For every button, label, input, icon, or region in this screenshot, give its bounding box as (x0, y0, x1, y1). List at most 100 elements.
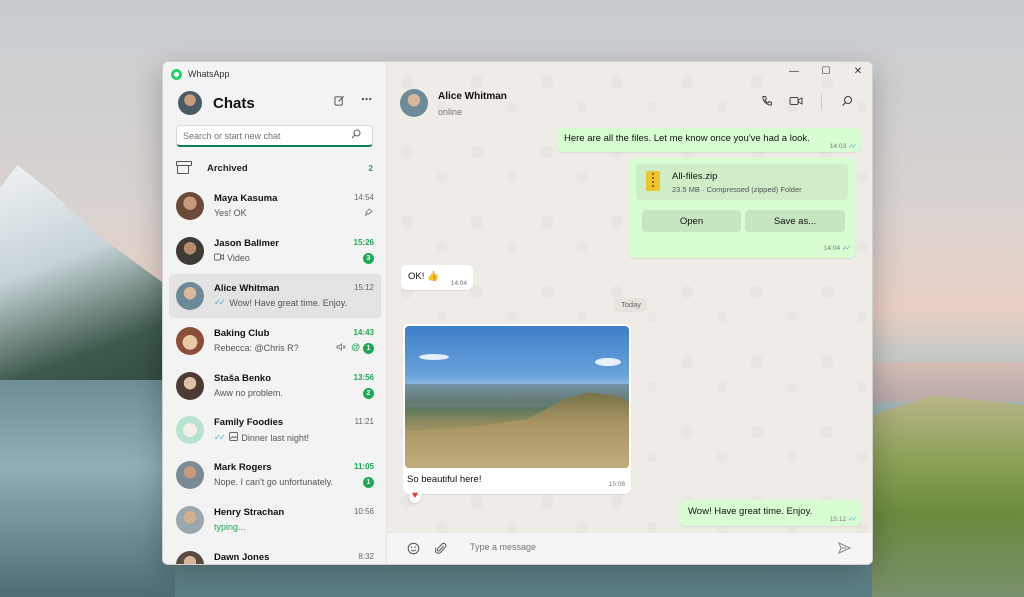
chat-item-dawn-jones[interactable]: Dawn Jones 8:32 (169, 542, 381, 564)
message-input[interactable] (470, 542, 810, 552)
archived-row[interactable]: Archived 2 (176, 159, 373, 177)
contact-status: online (438, 107, 463, 117)
file-card[interactable]: All-files.zip 23.5 MB · Compressed (zipp… (636, 164, 848, 200)
message-incoming[interactable]: OK! 👍 14:04 (401, 265, 473, 290)
wallpaper-hill (872, 395, 1024, 597)
avatar (176, 192, 204, 221)
wallpaper-lake (0, 380, 175, 597)
compose-icon[interactable] (334, 95, 345, 109)
unread-badge: 3 (363, 253, 374, 265)
wallpaper-lake-right (872, 362, 1024, 402)
message-time: 14:04 ✓✓ (823, 245, 851, 252)
chat-time: 14:54 (353, 193, 374, 203)
chat-time: 14:43 (353, 327, 374, 337)
video-call-icon[interactable] (789, 95, 803, 110)
chat-preview: ✓✓ Dinner last night! (214, 432, 309, 443)
chat-time: 15:26 (353, 238, 374, 248)
chat-preview: ✓✓ Wow! Have great time. Enjoy. (214, 297, 348, 308)
chat-name: Alice Whitman (214, 282, 280, 294)
sidebar-header: Chats ⋯ (178, 90, 378, 116)
contact-name[interactable]: Alice Whitman (438, 91, 507, 102)
emoji-icon[interactable] (407, 542, 420, 558)
message-time: 15:12 ✓✓ (829, 516, 857, 523)
chat-preview: Video (214, 253, 250, 263)
chat-item-stasa-benko[interactable]: Staša Benko 13:56 Aww no problem. 2 (169, 363, 381, 408)
search-input[interactable] (183, 130, 351, 141)
chat-name: Mark Rogers (214, 462, 272, 474)
unread-badge: 1 (363, 342, 374, 354)
chat-item-family-foodies[interactable]: Family Foodies 11:21 ✓✓ Dinner last nigh… (169, 408, 381, 453)
avatar (176, 237, 204, 266)
message-time: 14:04 (450, 280, 467, 287)
minimize-button[interactable]: — (787, 66, 801, 77)
chat-time: 10:56 (353, 506, 374, 516)
photo-image[interactable] (405, 326, 629, 468)
message-time: 14:03 ✓✓ (829, 143, 857, 150)
avatar (176, 416, 204, 445)
chat-name: Dawn Jones (214, 551, 270, 563)
chat-preview: Aww no problem. (214, 387, 283, 398)
file-message[interactable]: All-files.zip 23.5 MB · Compressed (zipp… (629, 158, 855, 258)
chat-name: Staša Benko (214, 372, 272, 384)
chat-name: Henry Strachan (214, 506, 285, 518)
open-file-button[interactable]: Open (642, 210, 741, 232)
zip-file-icon (646, 171, 660, 191)
chat-item-alice-whitman[interactable]: Alice Whitman 15:12 ✓✓ Wow! Have great t… (169, 273, 381, 319)
avatar (176, 461, 204, 490)
message-text: OK! 👍 (408, 271, 439, 282)
heart-reaction-icon[interactable]: ♥ (409, 489, 421, 503)
read-ticks-icon: ✓✓ (214, 298, 225, 308)
cloud (419, 354, 449, 360)
mention-icon: @ (351, 341, 360, 352)
search-box[interactable] (176, 125, 373, 147)
conversation-pane: — ☐ ✕ Alice Whitman online Here are all … (387, 62, 872, 564)
save-as-button[interactable]: Save as... (745, 210, 845, 232)
chats-title: Chats (213, 94, 255, 112)
file-name: All-files.zip (672, 171, 718, 182)
contact-avatar[interactable] (400, 89, 428, 117)
chat-name: Jason Ballmer (214, 238, 279, 250)
file-meta: 23.5 MB · Compressed (zipped) Folder (672, 185, 802, 194)
whatsapp-window: WhatsApp Chats ⋯ Archived 2 (162, 61, 873, 565)
chat-item-jason-ballmer[interactable]: Jason Ballmer 15:26 Video 3 (169, 229, 381, 274)
chat-list: Maya Kasuma 14:54 Yes! OK Jason Ballmer … (169, 184, 381, 564)
more-options-icon[interactable]: ⋯ (361, 93, 372, 106)
chat-item-henry-strachan[interactable]: Henry Strachan 10:56 typing... (169, 498, 381, 543)
avatar (176, 505, 204, 534)
sidebar: WhatsApp Chats ⋯ Archived 2 (163, 62, 387, 564)
message-outgoing[interactable]: Wow! Have great time. Enjoy. 15:12 ✓✓ (679, 500, 861, 526)
message-outgoing[interactable]: Here are all the files. Let me know once… (557, 128, 861, 152)
close-button[interactable]: ✕ (851, 66, 865, 77)
avatar (176, 281, 204, 310)
avatar (176, 550, 204, 564)
photo-message[interactable]: So beautiful here! 15:06 (403, 324, 631, 494)
date-separator: Today (615, 298, 648, 312)
app-title: WhatsApp (188, 69, 230, 79)
muted-icon (336, 342, 346, 353)
chat-item-maya-kasuma[interactable]: Maya Kasuma 14:54 Yes! OK (169, 184, 381, 229)
chat-item-mark-rogers[interactable]: Mark Rogers 11:05 Nope. I can't go unfor… (169, 453, 381, 498)
chat-item-baking-club[interactable]: Baking Club 14:43 Rebecca: @Chris R? @ 1 (169, 318, 381, 363)
chat-name: Baking Club (214, 327, 270, 339)
chat-time: 13:56 (353, 372, 374, 382)
chat-name: Maya Kasuma (214, 193, 278, 205)
chat-preview: Nope. I can't go unfortunately. (214, 477, 334, 488)
chat-time: 15:12 (353, 282, 374, 292)
attach-icon[interactable] (434, 542, 447, 558)
video-icon (214, 253, 224, 263)
conversation-header: Alice Whitman online (387, 82, 872, 126)
maximize-button[interactable]: ☐ (819, 66, 833, 77)
message-text: Wow! Have great time. Enjoy. (688, 506, 813, 517)
voice-call-icon[interactable] (761, 95, 773, 110)
search-icon[interactable] (351, 129, 361, 142)
title-bar: WhatsApp (171, 67, 230, 81)
whatsapp-logo-icon (171, 68, 182, 80)
search-chat-icon[interactable] (841, 95, 853, 110)
send-icon[interactable] (838, 542, 852, 557)
chat-preview: Rebecca: @Chris R? (214, 342, 299, 353)
my-avatar[interactable] (178, 91, 202, 115)
archive-icon (176, 160, 192, 174)
image-icon (229, 432, 239, 443)
wallpaper-mountain (0, 165, 175, 395)
chat-preview: Yes! OK (214, 208, 247, 219)
